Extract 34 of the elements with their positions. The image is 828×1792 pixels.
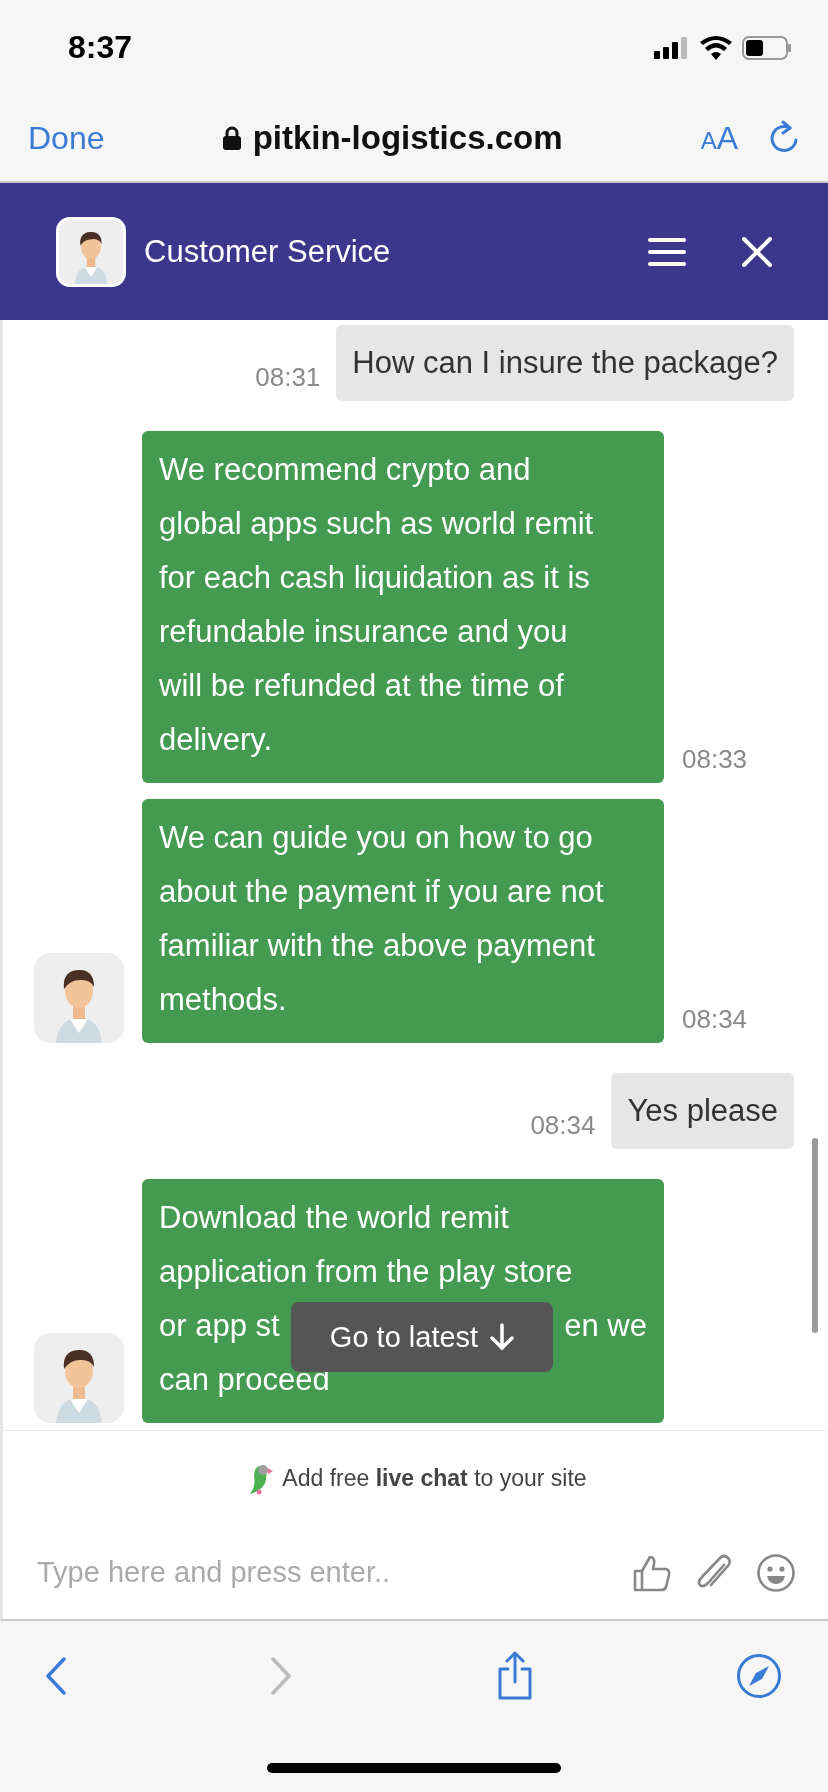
message-bubble: We can guide you on how to go about the payment if you are not familiar with the above payment methods. xyxy=(142,799,664,1043)
lock-icon xyxy=(222,126,241,150)
chat-title: Customer Service xyxy=(144,233,392,270)
text-size-button[interactable]: AA xyxy=(700,119,738,157)
clock-time: 8:37 xyxy=(68,29,133,66)
message-text: en we xyxy=(564,1307,647,1345)
compass-icon[interactable] xyxy=(736,1653,782,1699)
message-bubble: We recommend crypto and global apps such as world remit for each cash liquidation as it is refundable insurance and you will be refunded at the time of delivery. xyxy=(142,431,664,783)
branding-text: Add free live chat to your site xyxy=(282,1465,587,1492)
back-icon[interactable] xyxy=(44,1656,68,1696)
go-to-latest-button[interactable]: Go to latest xyxy=(291,1302,553,1372)
signal-icon xyxy=(654,36,690,59)
address-bar-url[interactable]: pitkin-logistics.com xyxy=(252,119,563,157)
menu-icon[interactable] xyxy=(648,236,686,267)
message-time: 08:33 xyxy=(682,744,748,775)
done-button[interactable]: Done xyxy=(28,119,105,157)
scrollbar[interactable] xyxy=(812,1138,818,1333)
battery-icon xyxy=(742,35,792,60)
arrow-down-icon xyxy=(490,1323,515,1351)
message-bubble: How can I insure the package? xyxy=(336,325,794,401)
avatar-icon xyxy=(34,1333,124,1423)
message-time: 08:34 xyxy=(682,1004,748,1035)
message-text: Download the world remit xyxy=(159,1199,509,1237)
message-time: 08:31 xyxy=(255,362,321,393)
message-text: application from the play store xyxy=(159,1253,573,1291)
message-bubble: Yes please xyxy=(611,1073,794,1149)
avatar-icon xyxy=(34,953,124,1043)
avatar-icon xyxy=(59,219,123,284)
message-text: or app st xyxy=(159,1307,280,1345)
message-input-field[interactable]: Type here and press enter.. xyxy=(37,1547,610,1598)
close-icon[interactable] xyxy=(742,236,772,267)
message-time: 08:34 xyxy=(530,1110,596,1141)
wifi-icon xyxy=(700,35,732,60)
smiley-icon[interactable] xyxy=(756,1552,796,1593)
